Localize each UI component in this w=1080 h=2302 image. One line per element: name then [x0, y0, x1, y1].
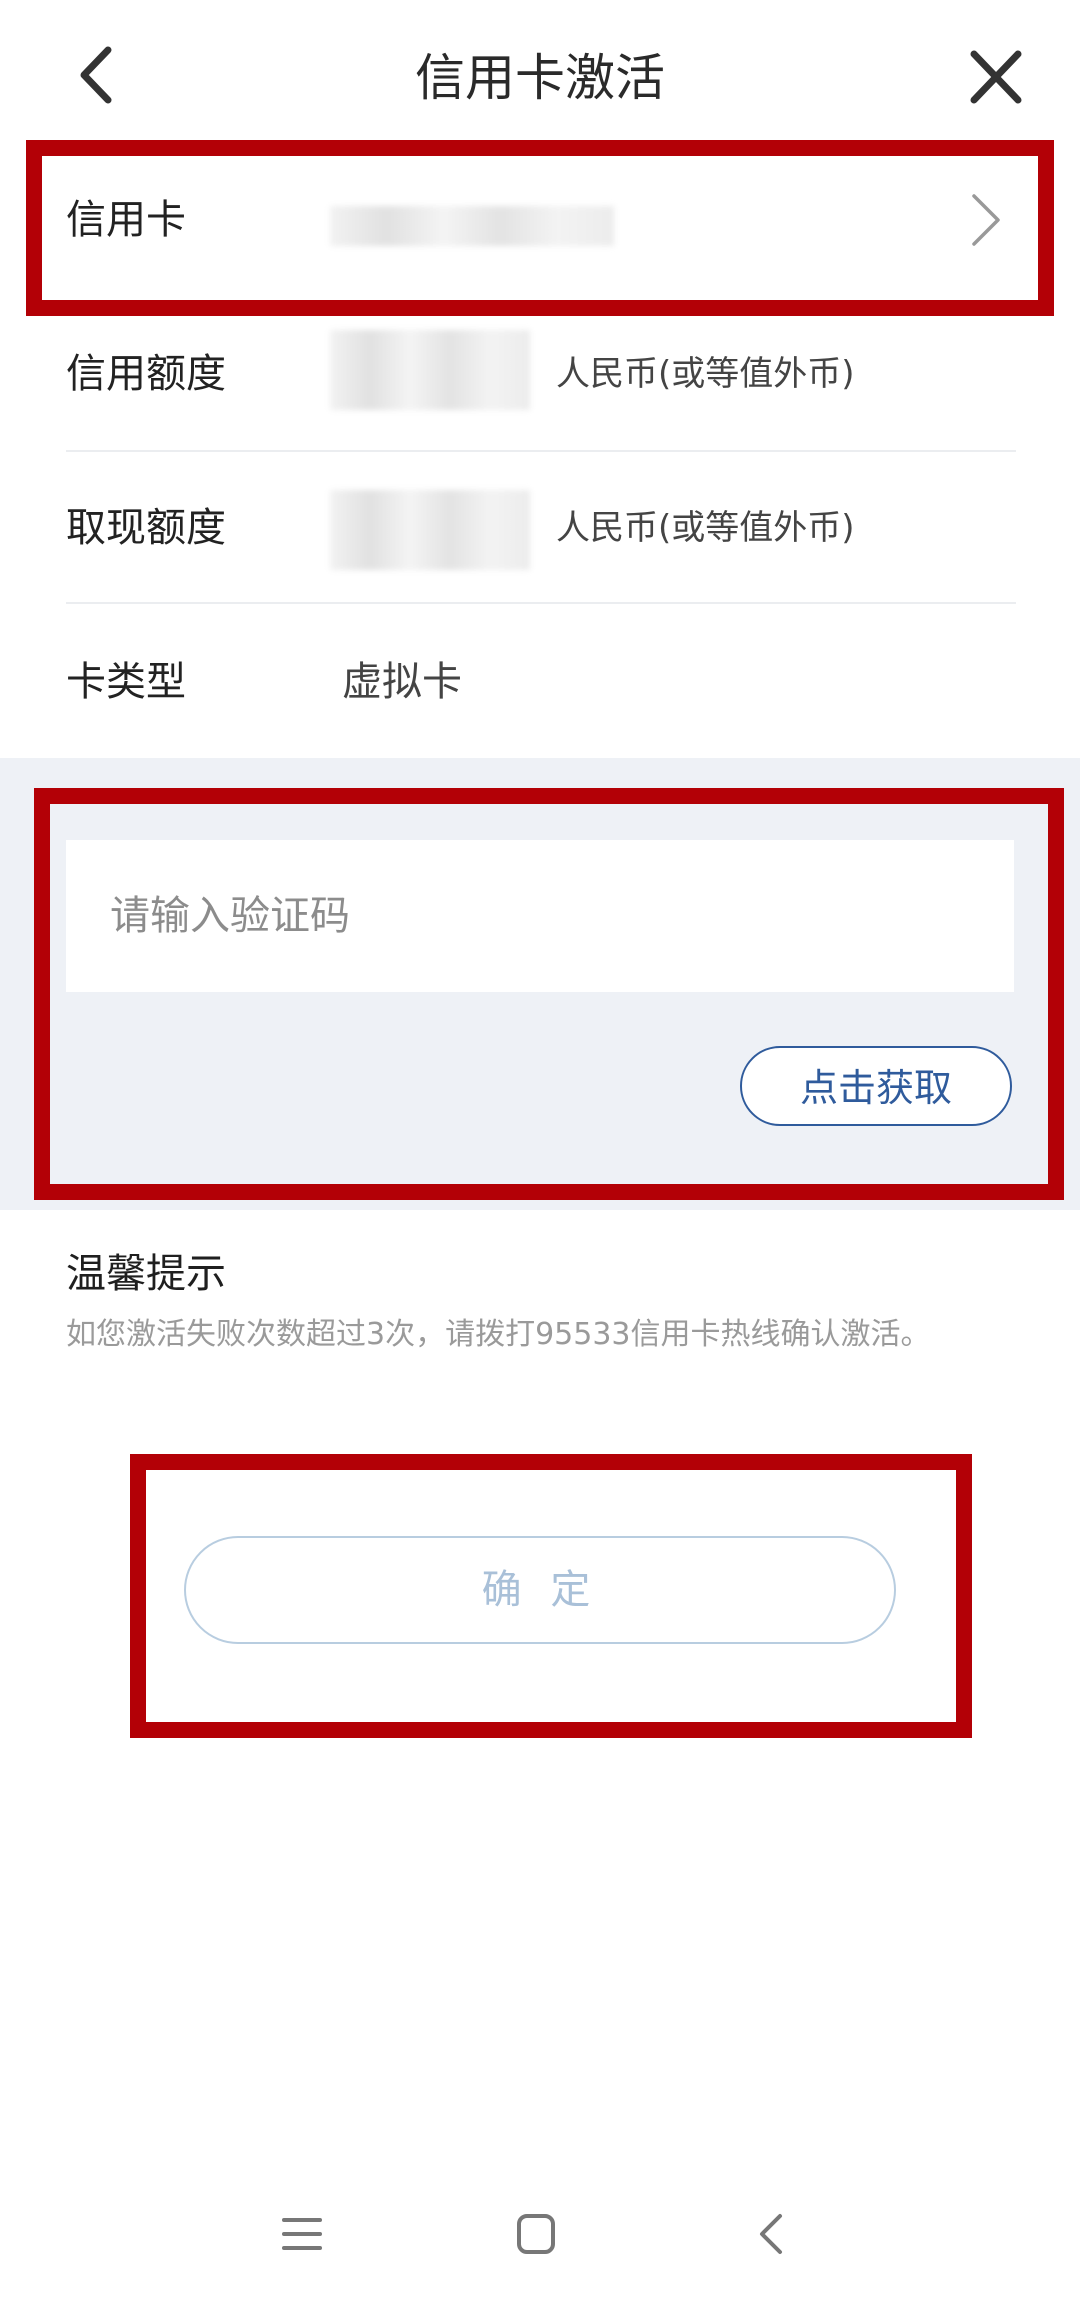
cash-limit-unit: 人民币(或等值外币) — [556, 508, 855, 548]
tips-text: 如您激活失败次数超过3次，请拨打95533信用卡热线确认激活。 — [66, 1317, 931, 1352]
annotation-box-card — [26, 140, 1054, 316]
annotation-box-verification — [34, 788, 1064, 1200]
menu-icon[interactable] — [272, 2204, 332, 2264]
page-title: 信用卡激活 — [415, 49, 665, 107]
row-divider — [66, 450, 1016, 452]
row-divider — [66, 602, 1016, 604]
card-type-label: 卡类型 — [66, 659, 186, 705]
cash-limit-value-masked — [330, 490, 530, 570]
credit-limit-label: 信用额度 — [66, 351, 226, 397]
back-icon[interactable] — [742, 2204, 802, 2264]
tips-title: 温馨提示 — [66, 1251, 226, 1297]
annotation-box-confirm — [130, 1454, 972, 1738]
close-icon[interactable] — [966, 44, 1026, 110]
credit-limit-unit: 人民币(或等值外币) — [556, 354, 855, 394]
credit-limit-value-masked — [330, 330, 530, 410]
card-type-value: 虚拟卡 — [342, 659, 462, 705]
home-icon[interactable] — [506, 2204, 566, 2264]
cash-limit-label: 取现额度 — [66, 505, 226, 551]
